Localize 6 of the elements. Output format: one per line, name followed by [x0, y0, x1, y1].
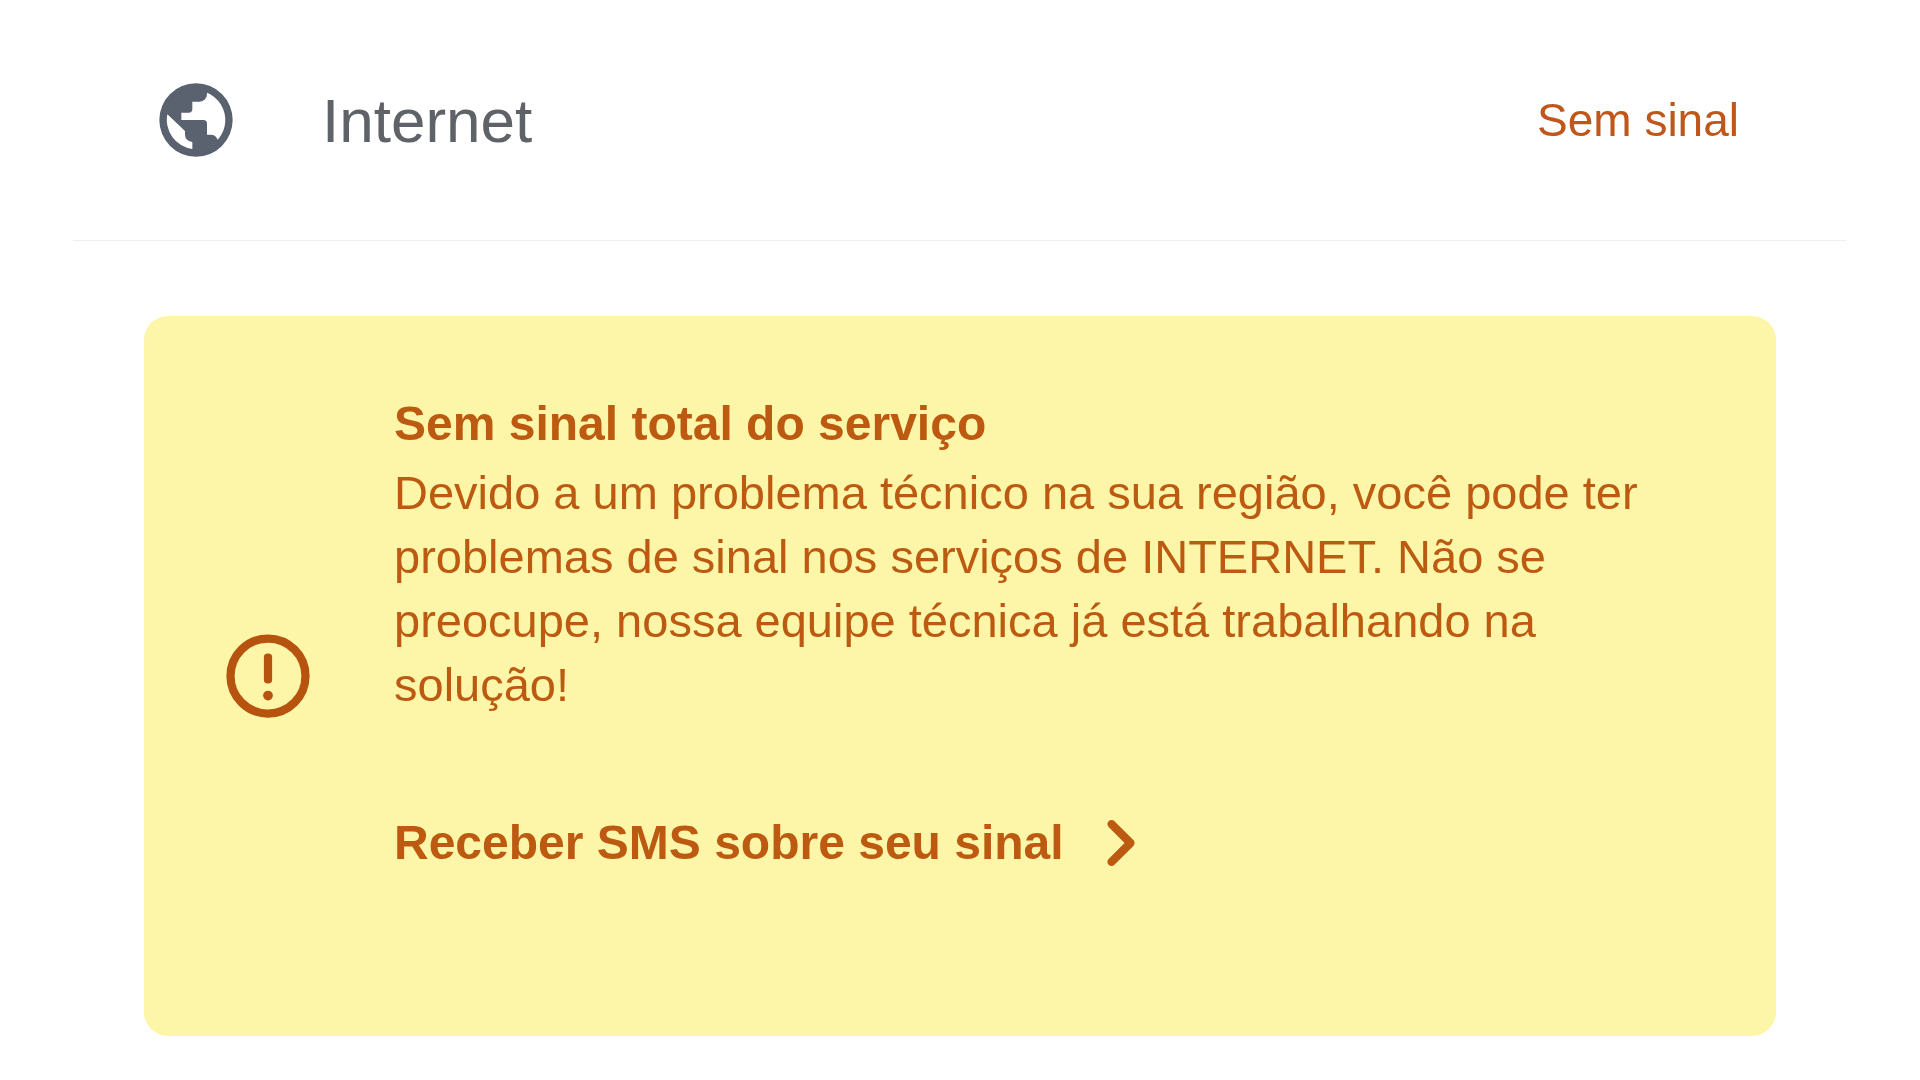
service-name: Internet [322, 84, 534, 156]
status-text: Sem sinal [1537, 93, 1739, 147]
exclamation-circle-icon [223, 631, 313, 721]
alert-title: Sem sinal total do serviço [394, 396, 988, 451]
alert-message: Devido a um problema técnico na sua região, você pode ter problemas de sinal nos serviços de INTERNET. Não se preocupe, nossa equipe técnica já está trabalhando na solução! [394, 465, 1639, 713]
sms-link[interactable]: Receber SMS sobre seu sinal [394, 815, 1138, 870]
